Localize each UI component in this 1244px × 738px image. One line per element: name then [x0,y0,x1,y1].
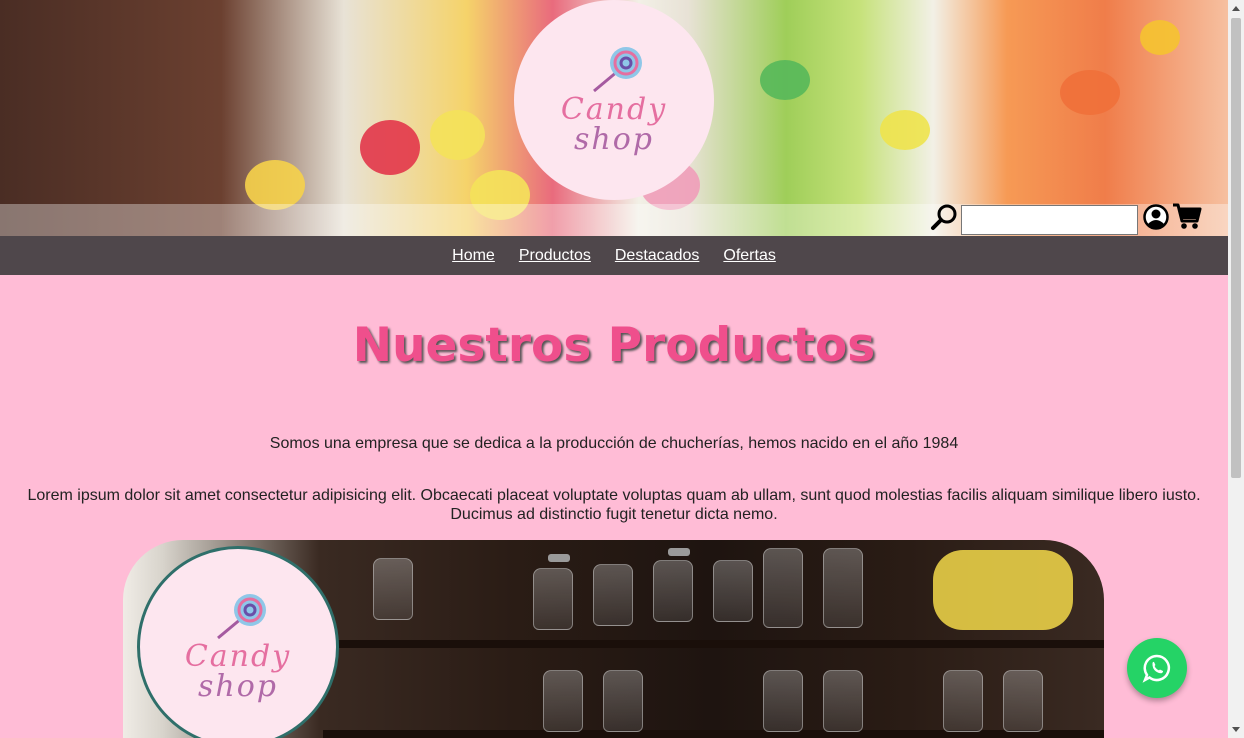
candy-decoration [880,110,930,150]
main-nav: Home Productos Destacados Ofertas [0,236,1228,275]
scroll-up-arrow[interactable] [1232,6,1240,11]
scroll-thumb[interactable] [1231,18,1241,478]
store-photo: Candy shop [123,540,1104,738]
jar [943,670,983,732]
candy-decoration [360,120,420,175]
jar-lid [668,548,690,556]
candy-decoration [1140,20,1180,55]
site-logo[interactable]: Candy shop [514,0,714,200]
lollipop-icon [593,47,642,93]
jar [763,548,803,628]
nav-link-ofertas[interactable]: Ofertas [723,247,775,265]
nav-link-home[interactable]: Home [452,247,495,265]
jar [713,560,753,622]
user-icon[interactable] [1143,204,1169,230]
candy-decoration [245,160,305,210]
jar-lid [548,554,570,562]
candy-decoration [760,60,810,100]
jar [823,548,863,628]
cart-icon[interactable] [1172,202,1202,230]
shelf [323,730,1104,738]
lollipop-icon [217,594,266,640]
logo-text-shop: shop [574,122,654,157]
store-logo-text-shop: shop [198,669,278,704]
jar [373,558,413,620]
nav-link-destacados[interactable]: Destacados [615,247,700,265]
search-input[interactable] [961,205,1138,235]
store-logo: Candy shop [137,546,339,738]
shelf [323,640,1104,648]
scroll-down-arrow[interactable] [1232,727,1240,732]
candy-decoration [1060,70,1120,115]
jar [603,670,643,732]
logo-text-candy: Candy [560,92,668,127]
candy-display [933,550,1073,630]
nav-link-productos[interactable]: Productos [519,247,591,265]
page-title: Nuestros Productos [352,318,876,373]
header-banner: Candy shop [0,0,1228,236]
lorem-text: Lorem ipsum dolor sit amet consectetur a… [27,487,1201,523]
jar [593,564,633,626]
jar [1003,670,1043,732]
search-icon[interactable] [930,203,958,231]
candy-decoration [430,110,485,160]
jar [533,568,573,630]
whatsapp-icon [1142,654,1171,683]
jar [543,670,583,732]
jar [763,670,803,732]
jar [653,560,693,622]
intro-text: Somos una empresa que se dedica a la pro… [269,435,959,452]
whatsapp-button[interactable] [1127,638,1187,698]
page-scrollbar[interactable] [1228,0,1244,738]
store-logo-text-candy: Candy [184,639,292,674]
jar [823,670,863,732]
